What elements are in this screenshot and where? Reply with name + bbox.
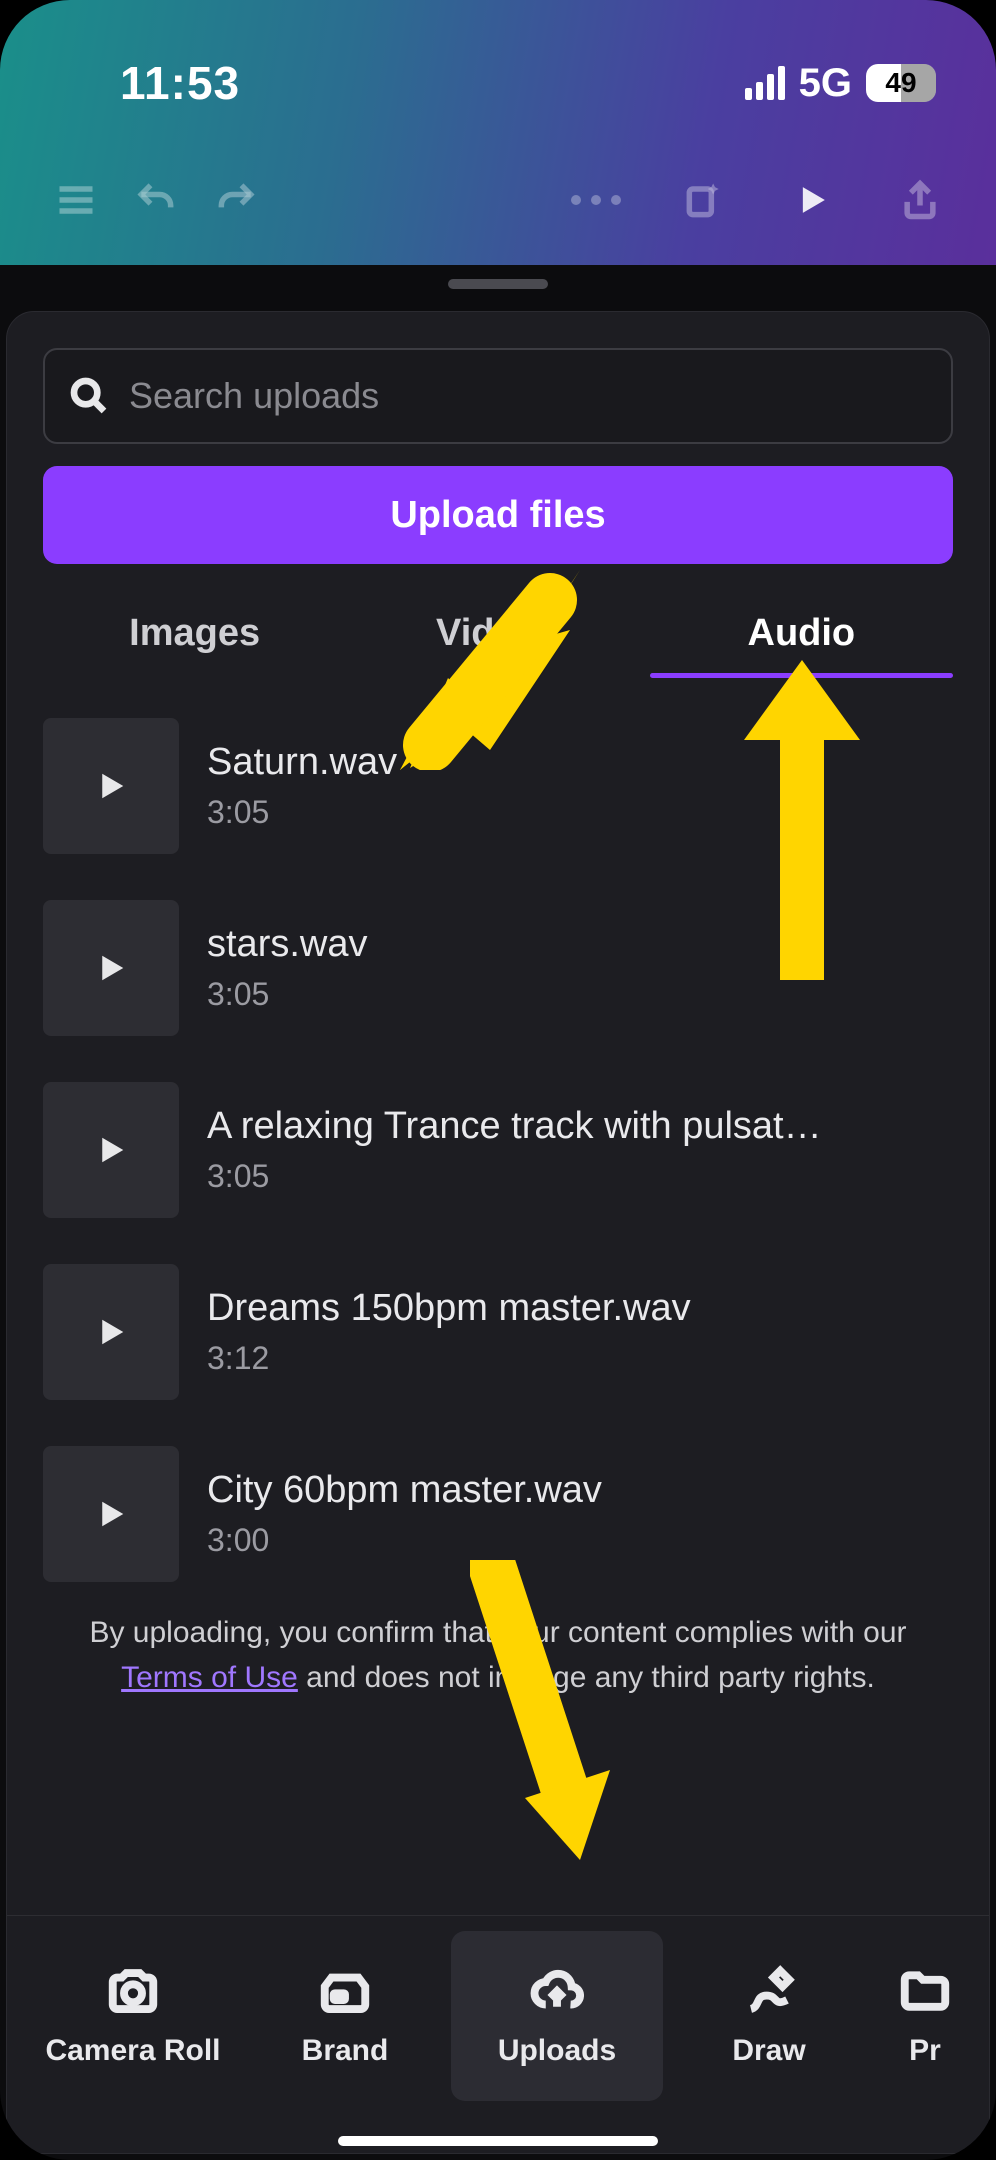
audio-list: Saturn.wav 3:05 stars.wav 3:05 A relaxin… [43,718,953,1582]
folder-icon [898,1964,952,2018]
play-icon [90,1311,132,1353]
nav-camera-roll[interactable]: Camera Roll [27,1931,239,2101]
tab-audio[interactable]: Audio [650,588,953,678]
nav-label: Uploads [498,2034,616,2068]
bottom-nav: Camera Roll Brand Uploads Draw Pr [7,1915,989,2115]
network-label: 5G [799,61,852,106]
file-duration: 3:05 [207,976,953,1013]
nav-label: Brand [302,2034,389,2068]
play-icon [90,947,132,989]
more-button[interactable] [556,160,636,240]
list-item[interactable]: stars.wav 3:05 [43,900,953,1036]
brand-icon [318,1964,372,2018]
tab-images[interactable]: Images [43,588,346,678]
magic-button[interactable] [664,160,744,240]
more-icon [571,195,621,205]
upload-files-button[interactable]: Upload files [43,466,953,564]
nav-brand[interactable]: Brand [239,1931,451,2101]
battery-level: 49 [885,67,916,99]
upload-disclaimer: By uploading, you confirm that your cont… [43,1610,953,1700]
file-name: Saturn.wav [207,741,827,784]
file-duration: 3:05 [207,794,953,831]
play-icon [790,178,834,222]
list-item[interactable]: City 60bpm master.wav 3:00 [43,1446,953,1582]
uploads-sheet: Upload files Images Videos Audio Saturn.… [0,265,996,2160]
search-icon [69,376,109,416]
share-button[interactable] [880,160,960,240]
list-item[interactable]: Dreams 150bpm master.wav 3:12 [43,1264,953,1400]
camera-icon [106,1964,160,2018]
search-field[interactable] [43,348,953,444]
add-page-icon [682,178,726,222]
file-name: stars.wav [207,923,827,966]
play-icon [90,765,132,807]
screen: 11:53 5G 49 [0,0,996,2160]
menu-button[interactable] [36,160,116,240]
editor-toolbar [0,160,996,240]
status-bar: 11:53 5G 49 [0,48,996,118]
audio-thumbnail[interactable] [43,718,179,854]
play-icon [90,1129,132,1171]
audio-thumbnail[interactable] [43,1446,179,1582]
battery-icon: 49 [866,64,936,102]
hamburger-icon [54,178,98,222]
upload-type-tabs: Images Videos Audio [43,588,953,678]
share-icon [898,178,942,222]
nav-label: Pr [909,2034,941,2068]
status-time: 11:53 [120,56,240,110]
redo-icon [214,178,258,222]
file-name: City 60bpm master.wav [207,1469,827,1512]
signal-icon [745,66,785,100]
tab-videos[interactable]: Videos [346,588,649,678]
nav-uploads[interactable]: Uploads [451,1931,663,2101]
cloud-upload-icon [530,1964,584,2018]
uploads-panel: Upload files Images Videos Audio Saturn.… [6,311,990,2154]
sheet-drag-handle[interactable] [448,279,548,289]
home-indicator[interactable] [338,2136,658,2146]
active-tab-indicator [650,673,953,678]
undo-icon [134,178,178,222]
terms-of-use-link[interactable]: Terms of Use [121,1661,298,1694]
redo-button[interactable] [196,160,276,240]
nav-draw[interactable]: Draw [663,1931,875,2101]
file-duration: 3:05 [207,1158,953,1195]
nav-projects[interactable]: Pr [875,1931,975,2101]
audio-thumbnail[interactable] [43,1264,179,1400]
audio-thumbnail[interactable] [43,900,179,1036]
file-duration: 3:00 [207,1522,953,1559]
list-item[interactable]: Saturn.wav 3:05 [43,718,953,854]
file-duration: 3:12 [207,1340,953,1377]
audio-thumbnail[interactable] [43,1082,179,1218]
play-icon [90,1493,132,1535]
nav-label: Camera Roll [45,2034,220,2068]
play-button[interactable] [772,160,852,240]
list-item[interactable]: A relaxing Trance track with pulsati… 3:… [43,1082,953,1218]
draw-icon [742,1964,796,2018]
search-input[interactable] [129,375,927,417]
file-name: Dreams 150bpm master.wav [207,1287,827,1330]
status-right: 5G 49 [745,61,936,106]
undo-button[interactable] [116,160,196,240]
file-name: A relaxing Trance track with pulsati… [207,1105,827,1148]
nav-label: Draw [732,2034,805,2068]
